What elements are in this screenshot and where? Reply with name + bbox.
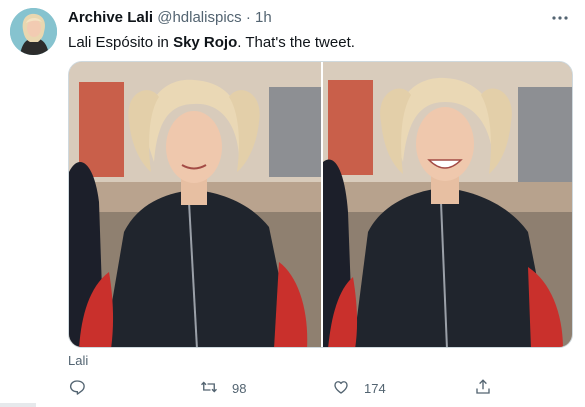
reply-icon (68, 378, 86, 399)
retweet-button[interactable]: 98 (200, 376, 246, 400)
retweet-count: 98 (232, 380, 247, 396)
tweet-card[interactable]: Archive Lali @hdlalispics · 1h Lali Espó… (0, 0, 585, 407)
tweet-text-bold: Sky Rojo (173, 34, 238, 51)
action-bar: 98 174 (68, 376, 573, 400)
tweet-text-part: . That's the tweet. (237, 34, 355, 51)
more-horizontal-icon[interactable] (550, 10, 570, 26)
scrollbar-track[interactable] (0, 403, 36, 407)
share-button[interactable] (474, 376, 492, 400)
user-handle[interactable]: @hdlalispics (157, 9, 241, 26)
heart-icon (332, 378, 350, 399)
tweet-text: Lali Espósito in Sky Rojo. That's the tw… (68, 33, 355, 53)
tweet-text-part: Lali Espósito in (68, 34, 174, 51)
display-name[interactable]: Archive Lali (68, 9, 153, 26)
like-button[interactable]: 174 (332, 376, 386, 400)
like-count: 174 (364, 380, 386, 396)
photo-right[interactable] (323, 62, 572, 347)
avatar[interactable] (10, 8, 57, 55)
tweet-header: Archive Lali @hdlalispics · 1h (68, 9, 565, 29)
timestamp[interactable]: 1h (255, 9, 272, 26)
photo-left[interactable] (69, 62, 321, 347)
separator-dot: · (245, 9, 251, 26)
retweet-icon (200, 378, 218, 399)
media-grid (68, 61, 573, 348)
share-icon (474, 378, 492, 399)
media-caption: Lali (68, 353, 89, 368)
reply-button[interactable] (68, 376, 100, 400)
